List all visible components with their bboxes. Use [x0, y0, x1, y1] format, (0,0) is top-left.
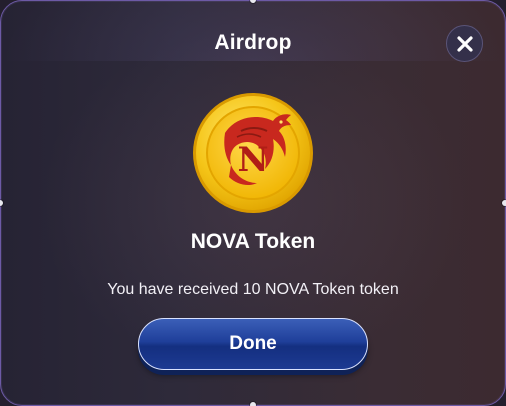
- done-button-label: Done: [229, 333, 277, 354]
- airdrop-dialog: Airdrop N NOVA Token You have received 1…: [0, 0, 506, 406]
- resize-handle-bottom[interactable]: [250, 402, 256, 406]
- done-button[interactable]: Done: [138, 318, 368, 370]
- close-button[interactable]: [446, 25, 483, 62]
- screen: Airdrop N NOVA Token You have received 1…: [0, 0, 506, 406]
- nova-token-coin-icon: N: [193, 93, 313, 213]
- resize-handle-right[interactable]: [502, 200, 506, 206]
- token-name: NOVA Token: [190, 230, 316, 253]
- coin-letter: N: [237, 140, 268, 180]
- close-icon: [456, 35, 473, 52]
- received-message: You have received 10 NOVA Token token: [107, 281, 399, 298]
- dialog-title: Airdrop: [214, 31, 292, 54]
